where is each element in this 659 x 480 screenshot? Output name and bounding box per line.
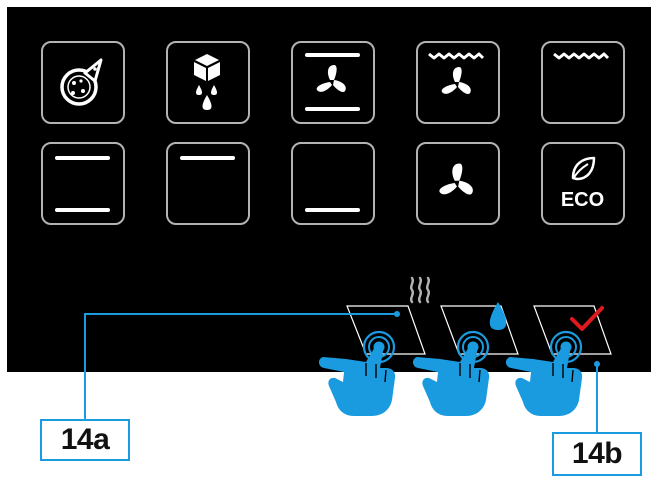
pizza-mode-button[interactable] — [41, 41, 125, 124]
top-heat-mode-button[interactable] — [166, 142, 250, 225]
water-key[interactable] — [443, 300, 518, 360]
pizza-icon — [60, 58, 103, 106]
fan-icon — [439, 163, 473, 195]
eco-mode-button[interactable]: ECO — [541, 142, 625, 225]
grill-fan-icon — [428, 52, 485, 95]
top-bottom-heat-mode-button[interactable] — [41, 142, 125, 225]
confirm-key[interactable] — [537, 300, 612, 360]
callout-14a: 14a — [40, 419, 130, 461]
grill-fan-mode-button[interactable] — [416, 41, 500, 124]
ice-cube-thaw-icon — [194, 54, 220, 110]
bottom-heat-icon — [305, 208, 360, 212]
eco-label: ECO — [561, 189, 604, 211]
heat-key[interactable] — [350, 300, 425, 360]
top-bottom-heat-fan-icon — [305, 53, 360, 111]
defrost-mode-button[interactable] — [166, 41, 250, 124]
grill-mode-button[interactable] — [541, 41, 625, 124]
top-bottom-heat-icon — [55, 156, 110, 212]
top-bottom-heat-fan-mode-button[interactable] — [291, 41, 375, 124]
bottom-heat-mode-button[interactable] — [291, 142, 375, 225]
fan-mode-button[interactable] — [416, 142, 500, 225]
top-heat-icon — [180, 156, 235, 160]
eco-icon: ECO — [561, 156, 604, 211]
callout-14b: 14b — [552, 432, 642, 476]
grill-icon — [553, 52, 610, 60]
